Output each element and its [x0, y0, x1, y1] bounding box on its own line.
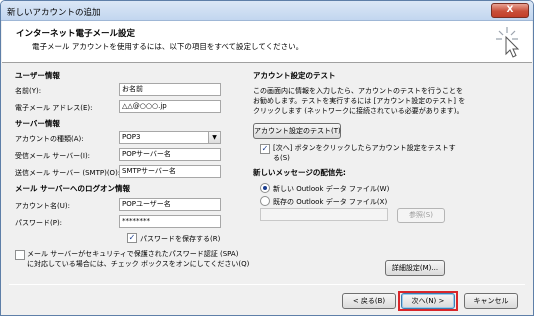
existing-data-file-label: 既存の Outlook データ ファイル(X) [273, 198, 388, 206]
test-account-settings-button[interactable]: アカウント設定のテスト(T) [253, 123, 341, 139]
add-account-dialog: 新しいアカウントの追加 X インターネット電子メール設定 電子メール アカウント… [0, 0, 534, 316]
user-info-section-title: ユーザー情報 [15, 71, 60, 80]
name-field[interactable]: お名前 [119, 83, 221, 96]
close-button[interactable]: X [491, 3, 529, 18]
auto-test-label-line2: る(S) [273, 154, 290, 162]
test-description-line1: この画面内に情報を入力したら、アカウントのテストを行うことを [253, 87, 463, 95]
auto-test-checkbox[interactable]: ✓ [260, 144, 270, 154]
password-field[interactable]: ******** [119, 215, 221, 228]
more-settings-button[interactable]: 詳細設定(M)... [385, 260, 445, 276]
pointer-click-icon [496, 27, 520, 58]
test-description-line3: クリックします (ネットワークに接続されている必要があります)。 [253, 107, 464, 115]
existing-data-file-radio[interactable] [260, 196, 270, 206]
spa-checkbox[interactable] [15, 250, 25, 260]
test-description-line2: お勧めします。テストを実行するには [アカウント設定のテスト] を [253, 97, 466, 105]
dialog-header: インターネット電子メール設定 電子メール アカウントを使用するには、以下の項目を… [2, 21, 532, 63]
test-section-title: アカウント設定のテスト [253, 71, 336, 80]
name-label: 名前(Y): [15, 87, 42, 95]
spa-label-line1: メール サーバーがセキュリティで保護されたパスワード認証 (SPA) [27, 250, 239, 258]
spa-label-line2: に対応している場合には、チェック ボックスをオンにしてください(Q) [27, 260, 250, 268]
email-label: 電子メール アドレス(E): [15, 104, 93, 112]
incoming-server-label: 受信メール サーバー(I): [15, 152, 91, 160]
password-label: パスワード(P): [15, 219, 63, 227]
new-data-file-radio[interactable] [260, 183, 270, 193]
new-data-file-label: 新しい Outlook データ ファイル(W) [273, 185, 390, 193]
delivery-section-title: 新しいメッセージの配信先: [253, 168, 346, 177]
data-file-path-field[interactable] [260, 208, 388, 221]
email-field[interactable]: △△@○○○.jp [119, 100, 221, 113]
server-info-section-title: サーバー情報 [15, 119, 60, 128]
account-type-label: アカウントの種類(A): [15, 135, 84, 143]
remember-password-checkbox[interactable]: ✓ [127, 233, 137, 243]
account-type-select[interactable]: POP3 ▼ [119, 131, 221, 144]
account-name-label: アカウント名(U): [15, 202, 70, 210]
window-title: 新しいアカウントの追加 [7, 8, 101, 18]
outgoing-server-label: 送信メール サーバー (SMTP)(O): [15, 169, 121, 177]
account-name-field[interactable]: POPユーザー名 [119, 198, 221, 211]
logon-info-section-title: メール サーバーへのログオン情報 [15, 184, 131, 193]
outgoing-server-field[interactable]: SMTPサーバー名 [119, 165, 221, 178]
title-bar: 新しいアカウントの追加 X [1, 1, 533, 21]
cancel-button[interactable]: キャンセル [464, 293, 518, 309]
account-type-value: POP3 [122, 133, 141, 141]
browse-button[interactable]: 参照(S) [397, 208, 445, 223]
remember-password-label: パスワードを保存する(R) [140, 235, 221, 243]
next-button-highlight [398, 291, 458, 311]
chevron-down-icon[interactable]: ▼ [208, 132, 220, 143]
auto-test-label-line1: [次へ] ボタンをクリックしたらアカウント設定をテストす [273, 144, 456, 152]
header-subtitle: 電子メール アカウントを使用するには、以下の項目をすべて設定してください。 [32, 42, 304, 51]
incoming-server-field[interactable]: POPサーバー名 [119, 148, 221, 161]
footer-separator [9, 284, 525, 285]
header-title: インターネット電子メール設定 [16, 29, 136, 39]
back-button[interactable]: < 戻る(B) [342, 293, 396, 309]
